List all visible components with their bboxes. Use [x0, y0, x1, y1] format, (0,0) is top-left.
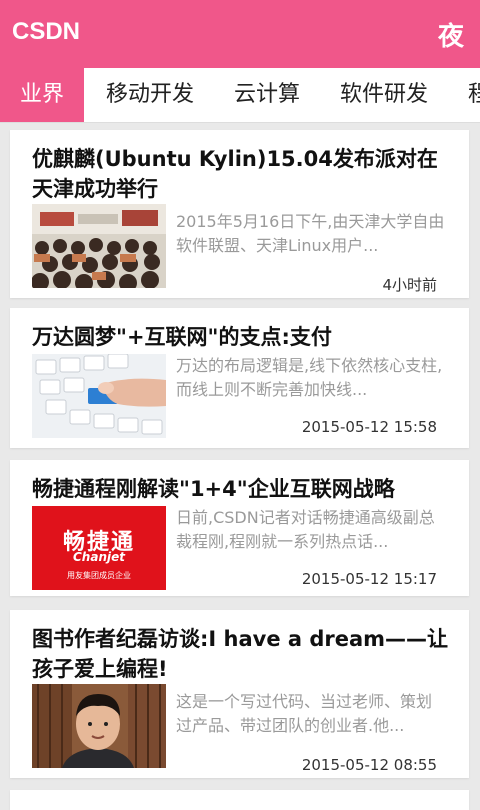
article-time: 4小时前: [382, 276, 437, 294]
chanjet-logo: 畅捷通 Chanjet 用友集团成员企业: [32, 506, 166, 590]
article-card[interactable]: 万达圆梦"+互联网"的支点:支付 万达的布局逻辑是,线下依然核心支柱,而线上则不…: [10, 308, 469, 448]
tab-software-dev[interactable]: 软件研发: [340, 68, 428, 122]
article-thumbnail: [32, 354, 166, 438]
tab-mobile-dev[interactable]: 移动开发: [106, 68, 194, 122]
article-time: 2015-05-12 08:55: [301, 756, 437, 774]
tab-cloud[interactable]: 云计算: [234, 68, 300, 122]
app-bar: CSDN 夜: [0, 0, 480, 68]
article-time: 2015-05-12 15:17: [301, 570, 437, 588]
article-card-partial[interactable]: [10, 790, 469, 810]
logo-text-sub: 用友集团成员企业: [67, 571, 131, 580]
article-summary: 万达的布局逻辑是,线下依然核心支柱,而线上则不断完善加快线...: [176, 356, 443, 399]
night-mode-button[interactable]: 夜: [438, 16, 464, 53]
article-title: 万达圆梦"+互联网"的支点:支付: [32, 325, 332, 349]
article-thumbnail: [32, 204, 166, 288]
app-title: CSDN: [12, 18, 81, 45]
article-summary: 2015年5月16日下午,由天津大学自由软件联盟、天津Linux用户...: [176, 212, 445, 255]
article-card[interactable]: 优麒麟(Ubuntu Kylin)15.04发布派对在天津成功举行 2015年5…: [10, 130, 469, 298]
article-title: 图书作者纪磊访谈:I have a dream——让孩子爱上编程!: [32, 627, 449, 681]
logo-text-en: Chanjet: [73, 550, 125, 564]
article-title: 优麒麟(Ubuntu Kylin)15.04发布派对在天津成功举行: [32, 147, 438, 201]
article-title: 畅捷通程刚解读"1+4"企业互联网战略: [32, 477, 395, 501]
article-summary: 日前,CSDN记者对话畅捷通高级副总裁程刚,程刚就一系列热点话...: [176, 508, 435, 551]
tab-more[interactable]: 程: [468, 68, 480, 122]
article-time: 2015-05-12 15:58: [301, 418, 437, 436]
article-card[interactable]: 畅捷通程刚解读"1+4"企业互联网战略 畅捷通 Chanjet 用友集团成员企业…: [10, 460, 469, 596]
article-card[interactable]: 图书作者纪磊访谈:I have a dream——让孩子爱上编程! 这是一个写过…: [10, 610, 469, 778]
tab-industry[interactable]: 业界: [0, 68, 84, 122]
category-tabs: 业界 移动开发 云计算 软件研发 程: [0, 68, 480, 123]
article-summary: 这是一个写过代码、当过老师、策划过产品、带过团队的创业者.他...: [176, 692, 433, 735]
article-thumbnail: [32, 684, 166, 768]
